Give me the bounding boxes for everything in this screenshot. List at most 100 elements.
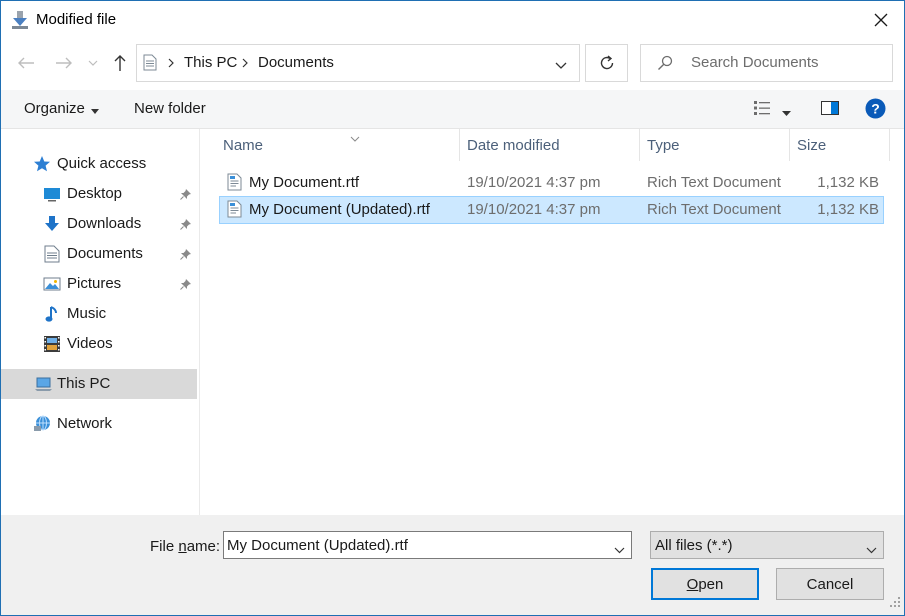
file-type-filter-value: All files (*.*) (655, 537, 733, 554)
search-box[interactable]: Search Documents (640, 44, 893, 82)
file-date: 19/10/2021 4:37 pm (467, 201, 601, 218)
navigation-bar: This PC Documents Search Documents (1, 39, 904, 89)
music-icon (44, 305, 62, 323)
sidebar-item-videos[interactable]: Videos (1, 329, 197, 359)
arrow-right-icon (56, 57, 72, 69)
column-label: Size (797, 137, 827, 154)
up-button[interactable] (108, 51, 132, 75)
change-view-button[interactable] (753, 99, 773, 121)
search-icon (657, 55, 673, 75)
cancel-button[interactable]: Cancel (776, 568, 884, 600)
new-folder-button[interactable]: New folder (134, 100, 206, 117)
arrow-up-icon (114, 55, 126, 71)
chevron-right-icon[interactable] (241, 56, 249, 73)
preview-pane-button[interactable] (820, 99, 840, 121)
file-name: My Document.rtf (249, 174, 360, 191)
open-label: pen (698, 575, 724, 593)
column-label: Date modified (467, 137, 560, 154)
column-header-type[interactable]: Type (640, 129, 788, 161)
chevron-down-icon (866, 541, 877, 558)
sidebar-item-downloads[interactable]: Downloads (1, 209, 197, 239)
close-button[interactable] (858, 1, 904, 39)
file-size: 1,132 KB (817, 174, 879, 191)
desktop-icon (43, 185, 61, 203)
sidebar-item-label: Documents (67, 245, 143, 262)
sidebar-item-label: Pictures (67, 275, 122, 292)
column-header-name[interactable]: Name (218, 129, 458, 161)
sidebar-item-music[interactable]: Music (1, 299, 197, 329)
arrow-left-icon (18, 57, 34, 69)
sidebar-item-label: Music (67, 305, 107, 322)
sidebar-item-pictures[interactable]: Pictures (1, 269, 197, 299)
recent-locations-button[interactable] (83, 51, 103, 75)
rtf-file-icon (227, 173, 242, 195)
view-options-dropdown[interactable] (782, 104, 791, 121)
pictures-icon (43, 275, 61, 293)
network-icon (33, 415, 51, 433)
sidebar-item-documents[interactable]: Documents (1, 239, 197, 269)
organize-button[interactable]: Organize (24, 100, 99, 118)
back-button[interactable] (14, 51, 38, 75)
file-name: My Document (Updated).rtf (249, 201, 430, 218)
title-bar: Modified file (1, 1, 904, 39)
documents-location-icon (143, 54, 157, 75)
forward-button[interactable] (52, 51, 76, 75)
file-open-dialog: Modified file This PC Documents Search D… (0, 0, 905, 616)
column-header-size[interactable]: Size (790, 129, 888, 161)
column-header-date-modified[interactable]: Date modified (460, 129, 638, 161)
chevron-right-icon[interactable] (167, 56, 175, 73)
filename-input[interactable] (227, 535, 597, 555)
pin-icon (180, 187, 192, 204)
filename-history-dropdown[interactable] (614, 541, 625, 558)
column-label: Type (647, 137, 680, 154)
organize-label: Organize (24, 100, 85, 117)
close-icon (874, 13, 888, 27)
file-row[interactable]: My Document.rtf 19/10/2021 4:37 pm Rich … (219, 170, 884, 196)
pin-icon (180, 277, 192, 294)
pin-icon (180, 247, 192, 264)
sidebar-item-quick-access[interactable]: Quick access (1, 149, 197, 179)
open-button[interactable]: Open (651, 568, 759, 600)
sidebar-item-desktop[interactable]: Desktop (1, 179, 197, 209)
address-bar[interactable]: This PC Documents (136, 44, 580, 82)
filename-label-part: ame: (186, 538, 221, 555)
documents-icon (44, 245, 62, 263)
sidebar-item-label: Quick access (57, 155, 147, 172)
videos-icon (43, 335, 61, 353)
preview-pane-icon (821, 101, 839, 115)
command-bar: Organize New folder ? (1, 90, 904, 129)
sidebar-item-label: Desktop (67, 185, 123, 202)
filename-label-part: File (150, 538, 179, 555)
sidebar-item-this-pc[interactable]: This PC (1, 369, 197, 399)
breadcrumb-this-pc[interactable]: This PC (184, 54, 237, 71)
refresh-icon (600, 55, 613, 70)
chevron-down-icon (88, 60, 98, 66)
sidebar-item-label: Videos (67, 335, 113, 352)
sort-ascending-icon (350, 129, 360, 146)
rtf-file-icon (227, 200, 242, 222)
address-history-dropdown[interactable] (555, 57, 567, 74)
breadcrumb-documents[interactable]: Documents (258, 54, 334, 71)
column-label: Name (223, 137, 264, 154)
sidebar-item-label: Downloads (67, 215, 142, 232)
computer-icon (34, 375, 52, 393)
search-input[interactable]: Search Documents (691, 54, 819, 71)
navigation-pane: Quick access Desktop Downloads Documents… (1, 129, 200, 515)
filename-combobox[interactable] (223, 531, 632, 559)
column-divider[interactable] (889, 129, 890, 161)
sidebar-item-network[interactable]: Network (1, 409, 197, 439)
file-type-filter-select[interactable]: All files (*.*) (650, 531, 884, 559)
file-row-selected[interactable]: My Document (Updated).rtf 19/10/2021 4:3… (219, 196, 884, 224)
file-size: 1,132 KB (817, 201, 879, 218)
help-icon: ? (865, 98, 886, 119)
dialog-footer: File name: All files (*.*) Open Cancel (1, 515, 904, 615)
downloads-icon (43, 215, 61, 233)
window-title: Modified file (36, 11, 117, 28)
star-icon (33, 155, 51, 173)
refresh-button[interactable] (585, 44, 628, 82)
file-date: 19/10/2021 4:37 pm (467, 174, 601, 191)
open-mnemonic: O (686, 575, 699, 593)
help-button[interactable]: ? (865, 98, 886, 123)
resize-grip-icon[interactable] (889, 595, 901, 612)
download-app-icon (11, 10, 29, 30)
